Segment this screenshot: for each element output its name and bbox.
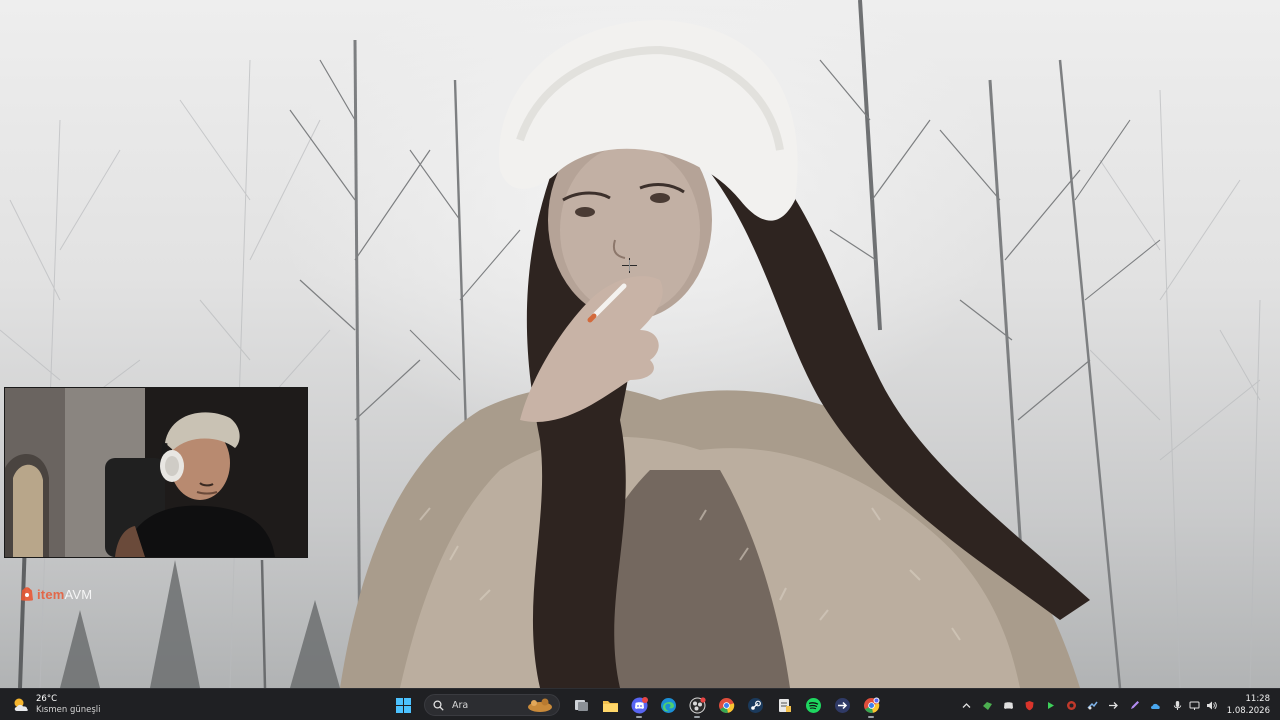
sponsor-name-accent: item [37,586,65,602]
show-hidden-icons-button[interactable] [958,694,974,716]
desktop-wallpaper [0,0,1280,688]
tray-item-cloud[interactable] [1147,694,1163,716]
spotify-icon [805,697,821,713]
windows-start-icon [395,697,411,713]
tray-item-pen[interactable] [1126,694,1142,716]
taskbar-task-view[interactable] [569,692,593,718]
partly-sunny-icon [14,698,28,711]
taskbar-discord[interactable] [627,692,651,718]
tray-item-shield[interactable] [1021,694,1037,716]
app-green-icon [982,701,992,710]
steam-icon [747,697,763,713]
mic-icon [1173,700,1182,710]
taskbar-steam[interactable] [743,692,767,718]
play-icon [1047,701,1054,709]
weather-temperature: 26°C [36,694,58,704]
wallpaper-photo [0,0,1261,688]
taskbar-file-explorer[interactable] [598,692,622,718]
weather-text: 26°C Kısmen güneşli [36,694,101,716]
crosshair-cursor-icon [622,258,637,273]
clock-time: 11:28 [1245,694,1271,704]
discord-tray-icon [1003,701,1013,709]
notepad-icon [778,698,791,712]
taskbar-spotify[interactable] [801,692,825,718]
webcam-overlay [4,387,308,558]
arrow-tray-icon [1108,701,1118,709]
search-highlight-icon [528,698,552,712]
taskbar: 26°C Kısmen güneşli Ara 11:28 1.08.2026 [0,688,1280,720]
tray-item-arrow[interactable] [1105,694,1121,716]
taskbar-edge[interactable] [656,692,680,718]
tray-item-steam[interactable] [1084,694,1100,716]
start-button[interactable] [391,692,415,718]
arrow-app-icon [834,697,850,713]
pen-tray-icon [1130,700,1139,709]
tray-item-discord[interactable] [1000,694,1016,716]
taskbar-clock[interactable]: 11:28 1.08.2026 [1224,693,1270,717]
search-input[interactable]: Ara [424,694,560,716]
clock-date: 1.08.2026 [1226,706,1270,716]
weather-condition: Kısmen güneşli [36,705,101,715]
sponsor-name-tail: AVM [64,586,93,602]
itemavm-logo-icon [21,587,33,601]
taskbar-notepad[interactable] [772,692,796,718]
system-tray [958,691,1217,719]
taskbar-chrome-profile[interactable] [859,692,883,718]
shield-icon [1025,700,1033,710]
streamer-camera-feed [5,388,307,557]
task-view-icon [574,699,588,711]
volume-icon [1207,701,1217,709]
steam-tray-icon [1086,701,1098,709]
sponsor-name: itemAVM [37,587,92,602]
system-controls[interactable] [1172,700,1217,711]
vpn-tray-icon [1066,700,1076,710]
chrome-profile-icon [863,697,879,713]
search-icon [433,699,444,711]
chrome-icon [718,697,734,713]
show-hidden-icon [962,702,970,708]
obs-icon [689,696,706,713]
folder-icon [602,700,618,712]
taskbar-obs[interactable] [685,692,709,718]
search-placeholder: Ara [452,699,469,711]
tray-item-vpn[interactable] [1063,694,1079,716]
edge-icon [660,697,676,713]
taskbar-vpn[interactable] [830,692,854,718]
cloud-tray-icon [1150,703,1160,709]
tray-item-app-green[interactable] [979,694,995,716]
taskbar-chrome[interactable] [714,692,738,718]
taskbar-apps: Ara [391,691,883,719]
discord-icon [631,696,648,713]
weather-widget[interactable]: 26°C Kısmen güneşli [12,693,101,717]
display-icon [1189,701,1200,710]
sponsor-logo: itemAVM [20,584,92,604]
tray-item-play[interactable] [1042,694,1058,716]
